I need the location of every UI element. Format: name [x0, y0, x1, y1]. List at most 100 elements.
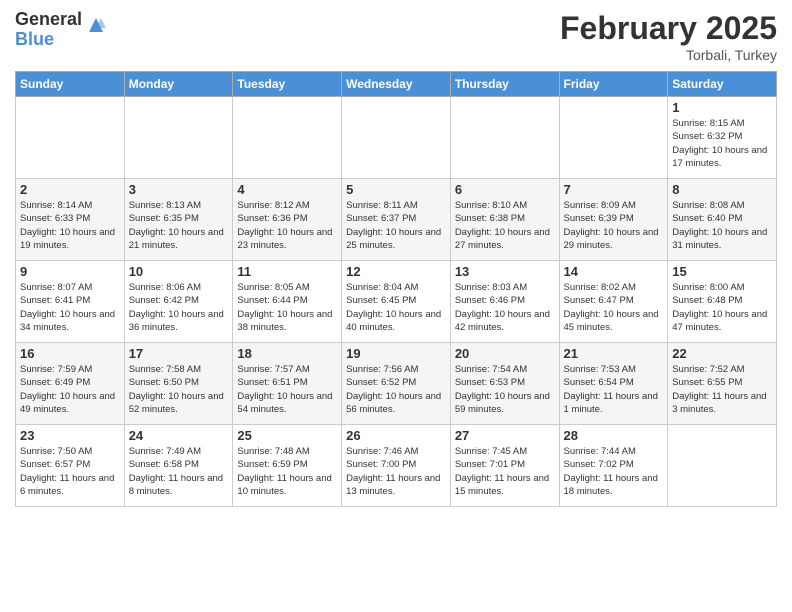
week-row-4: 23Sunrise: 7:50 AM Sunset: 6:57 PM Dayli… — [16, 425, 777, 507]
day-number: 19 — [346, 346, 446, 361]
day-number: 3 — [129, 182, 229, 197]
day-info: Sunrise: 8:06 AM Sunset: 6:42 PM Dayligh… — [129, 281, 229, 334]
day-info: Sunrise: 7:52 AM Sunset: 6:55 PM Dayligh… — [672, 363, 772, 416]
header-row: Sunday Monday Tuesday Wednesday Thursday… — [16, 72, 777, 97]
day-info: Sunrise: 8:05 AM Sunset: 6:44 PM Dayligh… — [237, 281, 337, 334]
day-info: Sunrise: 8:08 AM Sunset: 6:40 PM Dayligh… — [672, 199, 772, 252]
day-cell — [233, 97, 342, 179]
day-cell: 26 Sunrise: 7:46 AM Sunset: 7:00 PM Dayli… — [342, 425, 451, 507]
day-cell — [16, 97, 125, 179]
day-info: Sunrise: 7:58 AM Sunset: 6:50 PM Dayligh… — [129, 363, 229, 416]
calendar-table: Sunday Monday Tuesday Wednesday Thursday… — [15, 71, 777, 507]
logo-general: General — [15, 10, 82, 30]
day-cell: 15 Sunrise: 8:00 AM Sunset: 6:48 PM Dayli… — [668, 261, 777, 343]
header-monday: Monday — [124, 72, 233, 97]
day-number: 1 — [672, 100, 772, 115]
day-cell: 12 Sunrise: 8:04 AM Sunset: 6:45 PM Dayli… — [342, 261, 451, 343]
day-info: Sunrise: 8:13 AM Sunset: 6:35 PM Dayligh… — [129, 199, 229, 252]
day-cell: 10 Sunrise: 8:06 AM Sunset: 6:42 PM Dayli… — [124, 261, 233, 343]
day-cell: 7Sunrise: 8:09 AM Sunset: 6:39 PM Daylig… — [559, 179, 668, 261]
day-cell: 13 Sunrise: 8:03 AM Sunset: 6:46 PM Dayli… — [450, 261, 559, 343]
day-cell: 9 Sunrise: 8:07 AM Sunset: 6:41 PM Daylig… — [16, 261, 125, 343]
day-number: 15 — [672, 264, 772, 279]
day-cell — [668, 425, 777, 507]
day-info: Sunrise: 8:07 AM Sunset: 6:41 PM Dayligh… — [20, 281, 120, 334]
day-info: Sunrise: 7:44 AM Sunset: 7:02 PM Dayligh… — [564, 445, 664, 498]
day-number: 5 — [346, 182, 446, 197]
day-cell: 24Sunrise: 7:49 AM Sunset: 6:58 PM Dayli… — [124, 425, 233, 507]
day-cell: 25Sunrise: 7:48 AM Sunset: 6:59 PM Dayli… — [233, 425, 342, 507]
day-number: 16 — [20, 346, 120, 361]
day-cell: 18 Sunrise: 7:57 AM Sunset: 6:51 PM Dayli… — [233, 343, 342, 425]
day-info: Sunrise: 8:00 AM Sunset: 6:48 PM Dayligh… — [672, 281, 772, 334]
day-cell — [342, 97, 451, 179]
day-info: Sunrise: 7:54 AM Sunset: 6:53 PM Dayligh… — [455, 363, 555, 416]
main-title: February 2025 — [560, 10, 777, 47]
week-row-2: 9 Sunrise: 8:07 AM Sunset: 6:41 PM Daylig… — [16, 261, 777, 343]
day-info: Sunrise: 7:45 AM Sunset: 7:01 PM Dayligh… — [455, 445, 555, 498]
day-info: Sunrise: 7:56 AM Sunset: 6:52 PM Dayligh… — [346, 363, 446, 416]
day-number: 11 — [237, 264, 337, 279]
header-sunday: Sunday — [16, 72, 125, 97]
day-number: 18 — [237, 346, 337, 361]
day-number: 22 — [672, 346, 772, 361]
day-info: Sunrise: 8:11 AM Sunset: 6:37 PM Dayligh… — [346, 199, 446, 252]
day-cell: 16 Sunrise: 7:59 AM Sunset: 6:49 PM Dayli… — [16, 343, 125, 425]
day-cell: 23Sunrise: 7:50 AM Sunset: 6:57 PM Dayli… — [16, 425, 125, 507]
day-cell: 17Sunrise: 7:58 AM Sunset: 6:50 PM Dayli… — [124, 343, 233, 425]
header-thursday: Thursday — [450, 72, 559, 97]
calendar-container: General Blue February 2025 Torbali, Turk… — [0, 0, 792, 517]
day-cell: 4Sunrise: 8:12 AM Sunset: 6:36 PM Daylig… — [233, 179, 342, 261]
week-row-3: 16 Sunrise: 7:59 AM Sunset: 6:49 PM Dayli… — [16, 343, 777, 425]
day-number: 21 — [564, 346, 664, 361]
day-number: 20 — [455, 346, 555, 361]
day-number: 2 — [20, 182, 120, 197]
day-cell: 3 Sunrise: 8:13 AM Sunset: 6:35 PM Daylig… — [124, 179, 233, 261]
day-info: Sunrise: 8:12 AM Sunset: 6:36 PM Dayligh… — [237, 199, 337, 252]
week-row-1: 2 Sunrise: 8:14 AM Sunset: 6:33 PM Daylig… — [16, 179, 777, 261]
day-info: Sunrise: 7:57 AM Sunset: 6:51 PM Dayligh… — [237, 363, 337, 416]
logo: General Blue — [15, 10, 107, 50]
day-number: 10 — [129, 264, 229, 279]
day-number: 26 — [346, 428, 446, 443]
day-number: 13 — [455, 264, 555, 279]
day-info: Sunrise: 8:14 AM Sunset: 6:33 PM Dayligh… — [20, 199, 120, 252]
day-number: 14 — [564, 264, 664, 279]
day-info: Sunrise: 7:49 AM Sunset: 6:58 PM Dayligh… — [129, 445, 229, 498]
day-cell — [450, 97, 559, 179]
day-cell: 14 Sunrise: 8:02 AM Sunset: 6:47 PM Dayli… — [559, 261, 668, 343]
day-info: Sunrise: 8:02 AM Sunset: 6:47 PM Dayligh… — [564, 281, 664, 334]
day-cell — [124, 97, 233, 179]
day-number: 27 — [455, 428, 555, 443]
logo-blue: Blue — [15, 30, 82, 50]
header-saturday: Saturday — [668, 72, 777, 97]
subtitle: Torbali, Turkey — [560, 47, 777, 63]
day-info: Sunrise: 8:10 AM Sunset: 6:38 PM Dayligh… — [455, 199, 555, 252]
day-info: Sunrise: 8:04 AM Sunset: 6:45 PM Dayligh… — [346, 281, 446, 334]
day-cell: 21 Sunrise: 7:53 AM Sunset: 6:54 PM Dayli… — [559, 343, 668, 425]
header-wednesday: Wednesday — [342, 72, 451, 97]
day-info: Sunrise: 8:03 AM Sunset: 6:46 PM Dayligh… — [455, 281, 555, 334]
day-info: Sunrise: 7:53 AM Sunset: 6:54 PM Dayligh… — [564, 363, 664, 416]
day-number: 9 — [20, 264, 120, 279]
day-number: 8 — [672, 182, 772, 197]
day-number: 6 — [455, 182, 555, 197]
day-cell: 2 Sunrise: 8:14 AM Sunset: 6:33 PM Daylig… — [16, 179, 125, 261]
header-friday: Friday — [559, 72, 668, 97]
day-number: 28 — [564, 428, 664, 443]
day-cell: 8 Sunrise: 8:08 AM Sunset: 6:40 PM Daylig… — [668, 179, 777, 261]
day-cell: 1 Sunrise: 8:15 AM Sunset: 6:32 PM Daylig… — [668, 97, 777, 179]
logo-icon — [85, 14, 107, 36]
week-row-0: 1 Sunrise: 8:15 AM Sunset: 6:32 PM Daylig… — [16, 97, 777, 179]
day-info: Sunrise: 7:59 AM Sunset: 6:49 PM Dayligh… — [20, 363, 120, 416]
day-cell: 20 Sunrise: 7:54 AM Sunset: 6:53 PM Dayli… — [450, 343, 559, 425]
day-number: 23 — [20, 428, 120, 443]
header-tuesday: Tuesday — [233, 72, 342, 97]
day-info: Sunrise: 8:15 AM Sunset: 6:32 PM Dayligh… — [672, 117, 772, 170]
day-number: 12 — [346, 264, 446, 279]
day-info: Sunrise: 7:46 AM Sunset: 7:00 PM Dayligh… — [346, 445, 446, 498]
day-cell: 11 Sunrise: 8:05 AM Sunset: 6:44 PM Dayli… — [233, 261, 342, 343]
day-cell: 22 Sunrise: 7:52 AM Sunset: 6:55 PM Dayli… — [668, 343, 777, 425]
title-block: February 2025 Torbali, Turkey — [560, 10, 777, 63]
day-cell: 19 Sunrise: 7:56 AM Sunset: 6:52 PM Dayli… — [342, 343, 451, 425]
